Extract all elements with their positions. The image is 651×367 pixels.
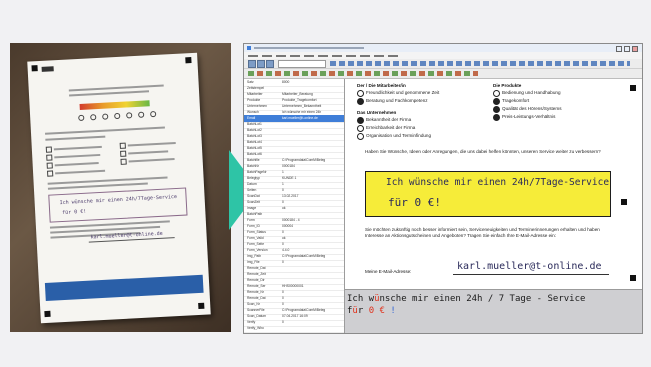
option-label: Bedienung und Handhabung (502, 90, 561, 95)
toolbar-dropdown[interactable] (278, 60, 326, 68)
ocr-result-panel[interactable]: Ich wünsche mir einen 24h / 7 Tage - Ser… (345, 289, 642, 333)
radio-option[interactable] (357, 90, 364, 97)
radio-option[interactable] (493, 90, 500, 97)
toolbar-button[interactable] (248, 60, 256, 68)
handwriting-box: Ich wünsche mir einen 24h/7Tage-Service … (48, 187, 188, 223)
radio-option-checked[interactable] (357, 98, 364, 105)
option-label: Tragekomfort (502, 98, 530, 103)
capture-software-window: Satz 8000 Zeitstempel Mitarbeiter Mitarbeite… (243, 43, 643, 334)
corner-marker (198, 302, 205, 310)
blue-footer-band (44, 274, 204, 301)
corner-marker (44, 310, 51, 318)
radio-option-checked[interactable] (493, 114, 500, 121)
radio-option-checked[interactable] (493, 106, 500, 113)
toolbar-icons[interactable] (248, 71, 478, 76)
toolbar-button[interactable] (266, 60, 274, 68)
menu-bar (244, 52, 642, 59)
q1-title: Der / Die Mitarbeiter/in (357, 83, 406, 88)
rating-circles (78, 110, 157, 122)
corner-marker (630, 85, 636, 91)
menu-items[interactable] (248, 55, 398, 57)
field-row[interactable]: Verify_Who (244, 325, 344, 333)
rating-scale-bar (79, 100, 150, 110)
title-bar (244, 44, 642, 52)
email-underline (453, 274, 609, 275)
ocr-line-1: Ich wünsche mir einen 24h / 7 Tage - Ser… (347, 294, 586, 304)
logo-mark (41, 66, 54, 72)
ocr-line-2: für 0 € ! (347, 306, 396, 316)
q3-title: Das Unternehmen (357, 110, 397, 115)
corner-marker (630, 275, 636, 281)
toolbar-secondary (244, 69, 642, 79)
option-label: Beratung und Fachkompetenz (366, 98, 428, 103)
radio-option-checked[interactable] (357, 117, 364, 124)
radio-option-checked[interactable] (493, 98, 500, 105)
toolbar-main (244, 59, 642, 69)
field-list-panel: Satz 8000 Zeitstempel Mitarbeiter Mitarbeite… (244, 79, 345, 333)
handwritten-wish: Ich wünsche mir einen 24h/7Tage-Service (386, 177, 610, 188)
corner-marker (621, 199, 627, 205)
document-view: Der / Die Mitarbeiter/in Freundlichkeit … (345, 79, 642, 289)
radio-option[interactable] (357, 125, 364, 132)
toolbar-icons[interactable] (330, 61, 630, 66)
option-label: Bekanntheit der Firma (366, 117, 412, 122)
paper-questionnaire: Ich wünsche mir einen 24h/7Tage-Service … (27, 52, 211, 324)
wish-answer-field[interactable]: Ich wünsche mir einen 24h/7Tage-Service … (365, 171, 611, 217)
corner-marker (185, 57, 192, 64)
toolbar-button[interactable] (257, 60, 265, 68)
option-label: Organisation und Terminfindung (366, 133, 432, 138)
newsletter-info: Sie möchten zukünftig noch besser inform… (365, 227, 600, 238)
handwritten-wish: Ich wünsche mir einen 24h/7Tage-Service (59, 193, 178, 207)
radio-option[interactable] (357, 133, 364, 140)
app-icon (247, 46, 251, 50)
email-label: Meine E-Mail-Adresse: (365, 269, 412, 274)
field-name: Verify_Who (247, 326, 264, 330)
handwritten-wish-2: für 0 €! (388, 196, 441, 209)
option-label: Preis-Leistungs-Verhältnis (502, 114, 556, 119)
option-label: Erreichbarkeit der Firma (366, 125, 416, 130)
option-label: Freundlichkeit und genommene Zeit (366, 90, 440, 95)
handwritten-email: karl.mueller@t-online.de (457, 261, 602, 272)
corner-marker (31, 65, 38, 72)
q2-title: Die Produkte (493, 83, 522, 88)
scanned-form-photo: Ich wünsche mir einen 24h/7Tage-Service … (10, 43, 231, 332)
option-label: Qualität des Hörens/Systems (502, 106, 562, 111)
wish-question: Haben Sie Wünsche, Ideen oder Anregungen… (365, 149, 601, 154)
handwritten-wish-2: für 0 €! (62, 208, 87, 217)
